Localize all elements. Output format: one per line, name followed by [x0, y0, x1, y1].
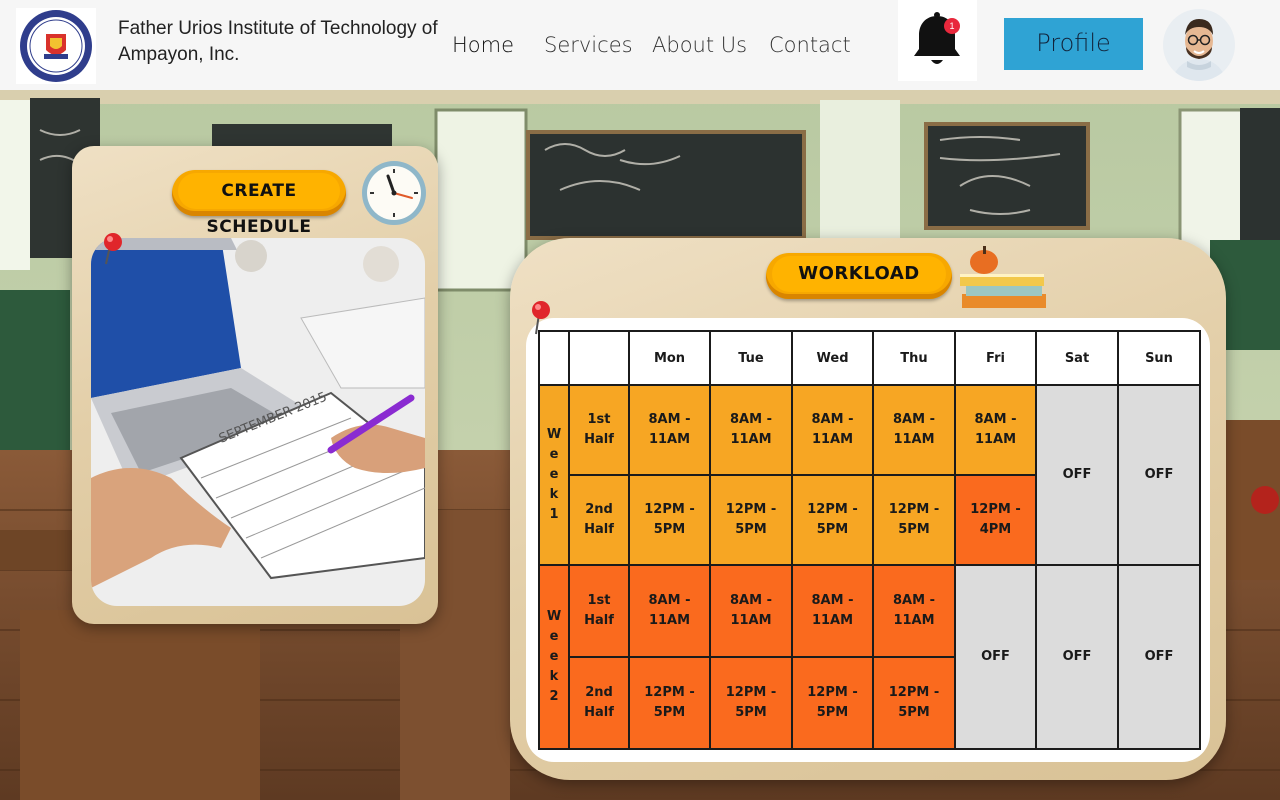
half-header-cell — [568, 330, 630, 386]
schedule-cell[interactable]: 8AM -11AM — [954, 384, 1037, 476]
workload-button[interactable]: WORKLOAD — [766, 253, 952, 299]
table-row: W e e k 1 1st Half 8AM -11AM 8AM -11AM 8A… — [538, 384, 1201, 566]
day-header: Sat — [1035, 330, 1119, 386]
schedule-cell[interactable]: 8AM -11AM — [791, 384, 874, 476]
off-cell[interactable]: OFF — [954, 564, 1037, 750]
half-label: 1st Half — [568, 564, 630, 658]
schedule-cell[interactable]: 8AM -11AM — [709, 564, 793, 658]
nav-services[interactable]: Services — [544, 33, 633, 57]
off-cell[interactable]: OFF — [1117, 564, 1201, 750]
day-header: Tue — [709, 330, 793, 386]
off-cell[interactable]: OFF — [1035, 384, 1119, 566]
schedule-cell[interactable]: 8AM -11AM — [791, 564, 874, 658]
books-apple-icon — [960, 246, 1046, 308]
school-name: Father Urios Institute of Technology of … — [118, 18, 438, 65]
workload-table: Mon Tue Wed Thu Fri Sat Sun W e e k 1 1s… — [538, 330, 1201, 750]
week-2-label: W e e k 2 — [538, 564, 570, 750]
notification-button[interactable] — [898, 0, 977, 81]
red-pin-icon — [104, 233, 122, 265]
calendar-photo[interactable]: SEPTEMBER 2015 — [91, 238, 425, 606]
school-logo[interactable] — [16, 8, 96, 84]
day-header: Thu — [872, 330, 956, 386]
table-row: W e e k 2 1st Half 8AM -11AM 8AM -11AM 8A… — [538, 564, 1201, 750]
table-header-row: Mon Tue Wed Thu Fri Sat Sun — [538, 330, 1201, 386]
avatar[interactable] — [1163, 9, 1235, 81]
off-cell[interactable]: OFF — [1117, 384, 1201, 566]
nav-home[interactable]: Home — [452, 33, 514, 57]
schedule-cell[interactable]: 12PM -5PM — [709, 656, 793, 750]
day-header: Fri — [954, 330, 1037, 386]
top-header: Father Urios Institute of Technology of … — [0, 0, 1280, 90]
corner-cell — [538, 330, 570, 386]
schedule-cell[interactable]: 8AM -11AM — [628, 564, 711, 658]
nav-about-us[interactable]: About Us — [652, 33, 747, 57]
day-header: Mon — [628, 330, 711, 386]
notification-badge: 1 — [944, 18, 960, 34]
workload-label: WORKLOAD — [772, 256, 946, 292]
week-1-label: W e e k 1 — [538, 384, 570, 566]
schedule-cell[interactable]: 8AM -11AM — [709, 384, 793, 476]
nav-contact[interactable]: Contact — [769, 33, 851, 57]
schedule-cell[interactable]: 12PM -5PM — [628, 656, 711, 750]
schedule-cell[interactable]: 12PM -5PM — [872, 474, 956, 566]
off-cell[interactable]: OFF — [1035, 564, 1119, 750]
create-schedule-button[interactable]: CREATE SCHEDULE — [172, 170, 346, 237]
half-label: 2nd Half — [568, 474, 630, 566]
schedule-cell[interactable]: 8AM -11AM — [628, 384, 711, 476]
schedule-cell[interactable]: 12PM -5PM — [709, 474, 793, 566]
schedule-cell[interactable]: 12PM -5PM — [872, 656, 956, 750]
clock-icon — [362, 161, 426, 225]
schedule-cell[interactable]: 12PM -5PM — [791, 474, 874, 566]
create-schedule-label: CREATE SCHEDULE — [178, 173, 340, 237]
half-label: 2nd Half — [568, 656, 630, 750]
schedule-cell[interactable]: 12PM -5PM — [628, 474, 711, 566]
day-header: Wed — [791, 330, 874, 386]
profile-button[interactable]: Profile — [1004, 18, 1143, 70]
half-label: 1st Half — [568, 384, 630, 476]
schedule-cell[interactable]: 8AM -11AM — [872, 564, 956, 658]
day-header: Sun — [1117, 330, 1201, 386]
schedule-cell[interactable]: 12PM -5PM — [791, 656, 874, 750]
schedule-cell[interactable]: 12PM -4PM — [954, 474, 1037, 566]
schedule-cell[interactable]: 8AM -11AM — [872, 384, 956, 476]
bell-icon — [914, 12, 960, 64]
